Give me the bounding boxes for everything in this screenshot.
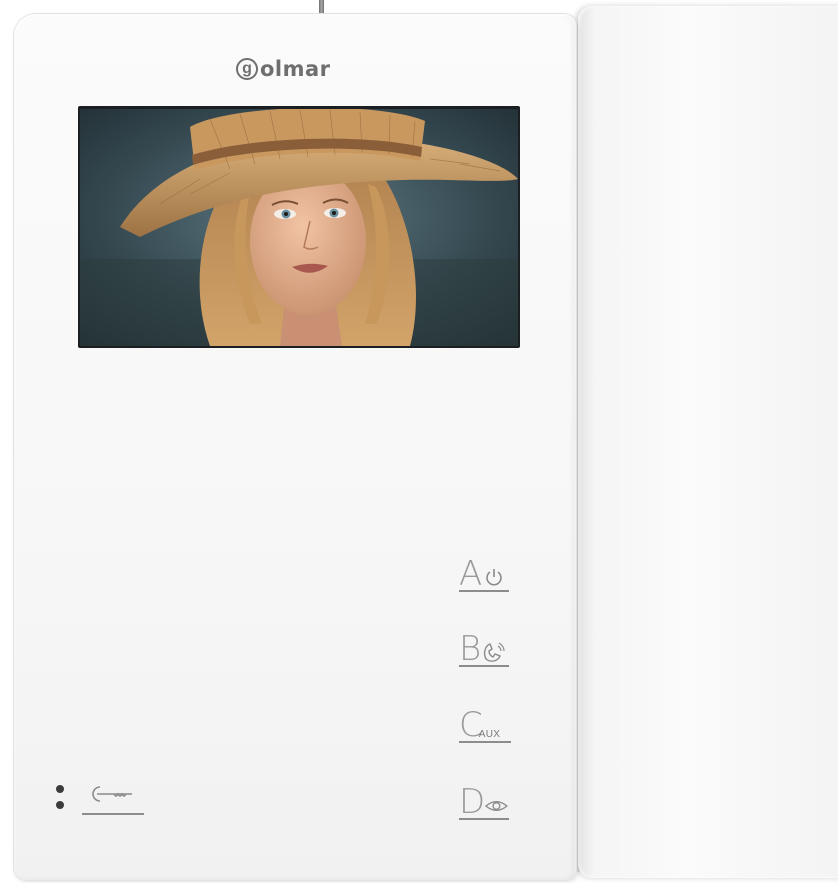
logo-text: olmar — [260, 57, 331, 81]
button-d[interactable]: D — [459, 775, 509, 822]
golmar-logo: g olmar — [236, 54, 331, 84]
button-a[interactable]: A — [459, 547, 509, 594]
status-led-2 — [56, 801, 64, 809]
button-c[interactable]: C AUX — [459, 698, 511, 743]
portrait-image — [80, 109, 518, 346]
handset[interactable] — [578, 6, 838, 878]
video-screen — [78, 106, 520, 348]
button-b[interactable]: B — [459, 622, 509, 669]
key-icon — [92, 786, 132, 802]
button-b-letter: B — [459, 629, 482, 669]
button-d-letter: D — [459, 782, 486, 822]
button-a-letter: A — [459, 554, 483, 594]
aux-label: AUX — [478, 729, 501, 740]
power-icon — [486, 569, 503, 586]
camera-eye-icon — [485, 801, 509, 811]
handset-icon — [484, 642, 505, 662]
door-release-button[interactable] — [82, 780, 144, 815]
logo-mark: g — [236, 58, 258, 80]
status-led-1 — [56, 785, 64, 793]
